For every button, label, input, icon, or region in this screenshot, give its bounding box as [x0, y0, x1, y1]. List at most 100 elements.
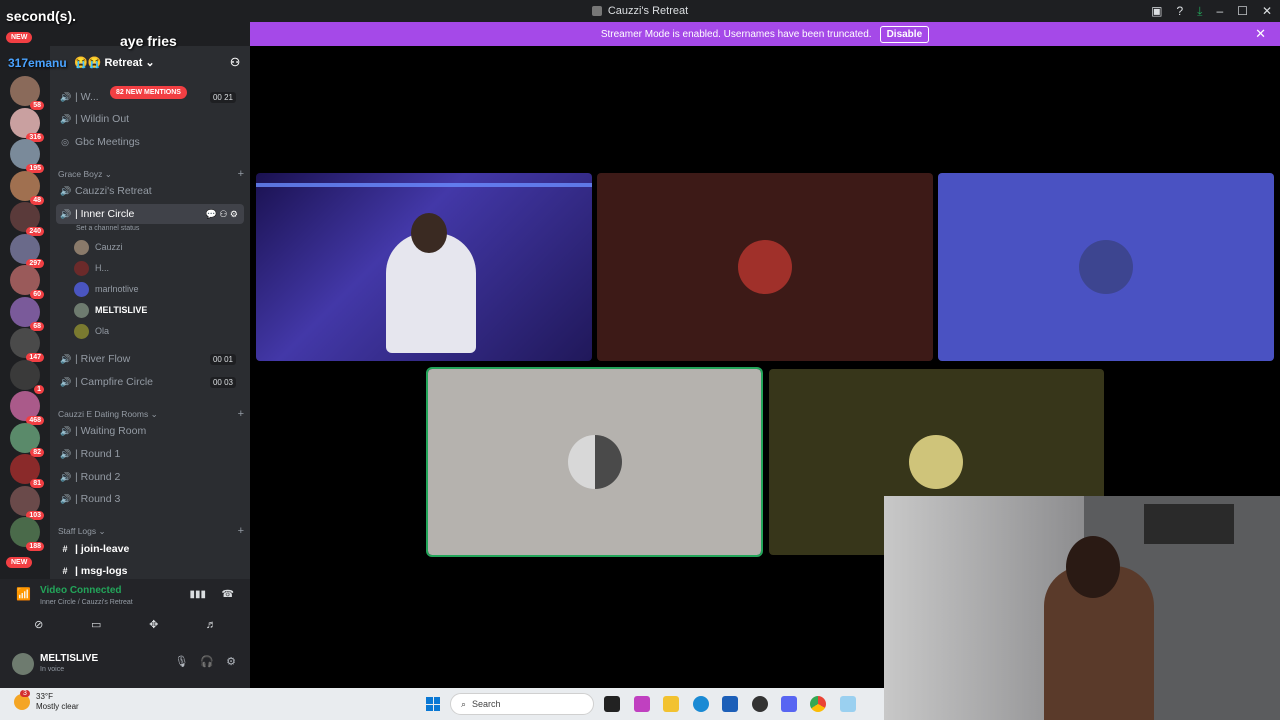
avatar	[74, 323, 89, 339]
server-icon[interactable]: 81	[10, 454, 44, 488]
windows-start-icon[interactable]	[426, 697, 440, 711]
app-icon[interactable]	[752, 696, 768, 712]
weather-text: 33°F Mostly clear	[36, 692, 79, 712]
task-view-icon[interactable]	[604, 696, 620, 712]
copilot-icon[interactable]	[634, 696, 650, 712]
channel-round-1[interactable]: 🔊 | Round 1	[56, 444, 244, 464]
channel-label: Gbc Meetings	[75, 136, 140, 148]
discord-icon[interactable]	[781, 696, 797, 712]
add-channel-icon[interactable]: +	[238, 525, 244, 537]
edge-icon[interactable]	[693, 696, 709, 712]
server-icon[interactable]: 82	[10, 422, 44, 457]
help-icon[interactable]: ?	[1176, 4, 1183, 18]
current-user-status: In voice	[40, 666, 65, 673]
disable-streamer-button[interactable]: Disable	[879, 25, 930, 43]
user-name: H...	[95, 263, 110, 273]
voice-user-cauzzi[interactable]: Cauzzi	[74, 237, 123, 257]
category-label: Staff Logs	[58, 526, 97, 536]
new-pill-top[interactable]: NEW	[6, 32, 33, 43]
server-icon[interactable]: 147	[10, 328, 44, 362]
server-icon[interactable]: 48	[10, 170, 44, 205]
server-icon[interactable]: 240	[10, 202, 44, 236]
category-staff-logs[interactable]: Staff Logs ⌄ +	[58, 525, 244, 537]
channel-label: | Round 2	[75, 471, 121, 483]
server-icon[interactable]: 60	[10, 265, 44, 299]
channel-inner-circle[interactable]: 🔊 | Inner Circle 💬 ⚇ ⚙	[56, 204, 244, 224]
voice-user-h[interactable]: H...	[74, 258, 109, 278]
server-icon[interactable]: 316	[10, 107, 44, 142]
server-icon	[591, 6, 602, 16]
server-icon[interactable]: 103	[10, 485, 44, 520]
channel-label: | Inner Circle	[75, 208, 135, 220]
stream-chat-message: aye fries	[120, 33, 177, 49]
channel-cauzzis-retreat[interactable]: 🔊 Cauzzi's Retreat	[56, 181, 244, 201]
signal-icon[interactable]: 📶	[16, 587, 31, 601]
category-grace-boyz[interactable]: Grace Boyz ⌄ +	[58, 168, 244, 180]
channel-msg-logs[interactable]: # | msg-logs	[56, 561, 244, 579]
add-channel-icon[interactable]: +	[238, 168, 244, 180]
weather-condition: Mostly clear	[36, 702, 79, 711]
taskbar-search[interactable]: ⌕ Search	[450, 693, 594, 715]
speaker-icon: 🔊	[60, 185, 72, 196]
voice-channel-path[interactable]: Inner Circle / Cauzzi's Retreat	[40, 599, 133, 606]
server-icon[interactable]: 468	[10, 391, 44, 425]
download-icon[interactable]: ⤓	[1197, 4, 1202, 19]
channel-waiting-room[interactable]: 🔊 | Waiting Room	[56, 421, 244, 441]
inbox-icon[interactable]: ▣	[1151, 4, 1162, 18]
speaker-icon: 🔊	[60, 113, 72, 124]
user-name: Cauzzi	[95, 242, 123, 252]
window-controls: ▣ ? ⤓ – ☐ ✕	[1151, 0, 1272, 22]
unread-badge: 188	[26, 542, 44, 551]
file-explorer-icon[interactable]	[663, 696, 679, 712]
store-icon[interactable]	[722, 696, 738, 712]
chrome-icon[interactable]	[810, 696, 826, 712]
voice-user-marlnotlive[interactable]: marlnotlive	[74, 279, 139, 299]
video-tile-h[interactable]	[597, 173, 933, 361]
title-bar: Cauzzi's Retreat ▣ ? ⤓ – ☐ ✕	[0, 0, 1280, 22]
voice-user-meltislive[interactable]: MELTISLIVE	[74, 300, 147, 320]
channel-join-leave[interactable]: # | join-leave	[56, 539, 244, 559]
channel-w[interactable]: 🔊 | W... 00 21	[56, 87, 244, 107]
channel-river-flow[interactable]: 🔊 | River Flow 00 01	[56, 349, 244, 369]
server-icon[interactable]: 297	[10, 233, 44, 268]
server-icon[interactable]: 58	[10, 76, 44, 110]
channel-gbc-meetings[interactable]: ◎ Gbc Meetings	[56, 132, 244, 152]
channel-round-3[interactable]: 🔊 | Round 3	[56, 489, 244, 509]
screen-share-icon[interactable]: ▭	[74, 615, 118, 635]
video-tile-meltislive[interactable]	[426, 367, 763, 557]
video-tile-marlnotlive[interactable]	[938, 173, 1274, 361]
server-header-emoji: 😭😭	[74, 56, 102, 69]
category-dating-rooms[interactable]: Cauzzi E Dating Rooms ⌄ +	[58, 408, 244, 420]
close-banner-icon[interactable]: ✕	[1255, 26, 1266, 42]
close-button[interactable]: ✕	[1262, 4, 1272, 18]
channel-actions[interactable]: 💬 ⚇ ⚙	[206, 209, 238, 220]
invite-icon[interactable]: ⚇	[230, 56, 240, 69]
server-icon[interactable]: 188	[10, 517, 44, 551]
channel-campfire-circle[interactable]: 🔊 | Campfire Circle 00 03	[56, 372, 244, 392]
headphones-icon[interactable]: 🎧	[200, 655, 214, 668]
video-tile-cauzzi[interactable]	[256, 173, 592, 361]
server-icon[interactable]: 195	[10, 139, 44, 173]
activities-icon[interactable]: ✥	[132, 615, 176, 635]
channel-wildin-out[interactable]: 🔊 | Wildin Out	[56, 109, 244, 129]
avatar[interactable]	[12, 653, 34, 675]
server-header[interactable]: 😭😭 Retreat ⌄ ⚇	[50, 46, 250, 78]
maximize-button[interactable]: ☐	[1237, 4, 1248, 18]
add-channel-icon[interactable]: +	[238, 408, 244, 420]
app2-icon[interactable]	[840, 696, 856, 712]
channel-round-2[interactable]: 🔊 | Round 2	[56, 467, 244, 487]
soundboard-icon[interactable]: ♬	[189, 615, 233, 635]
disconnect-icon[interactable]: ☎	[222, 589, 234, 600]
channel-status[interactable]: Set a channel status	[76, 225, 139, 232]
noise-suppression-icon[interactable]: ▮▮▮	[189, 589, 206, 600]
voice-user-ola[interactable]: Ola	[74, 321, 109, 341]
camera-off-icon[interactable]: ⊘	[17, 615, 61, 635]
minimize-button[interactable]: –	[1216, 4, 1223, 18]
microphone-icon[interactable]: 🎙	[174, 655, 188, 668]
server-icon[interactable]: 1	[10, 359, 44, 394]
server-icon[interactable]: 68	[10, 296, 44, 331]
channel-label: Cauzzi's Retreat	[75, 185, 152, 197]
settings-icon[interactable]: ⚙	[226, 655, 236, 668]
new-pill-bottom[interactable]: NEW	[6, 557, 33, 568]
category-label: Cauzzi E Dating Rooms	[58, 409, 149, 419]
